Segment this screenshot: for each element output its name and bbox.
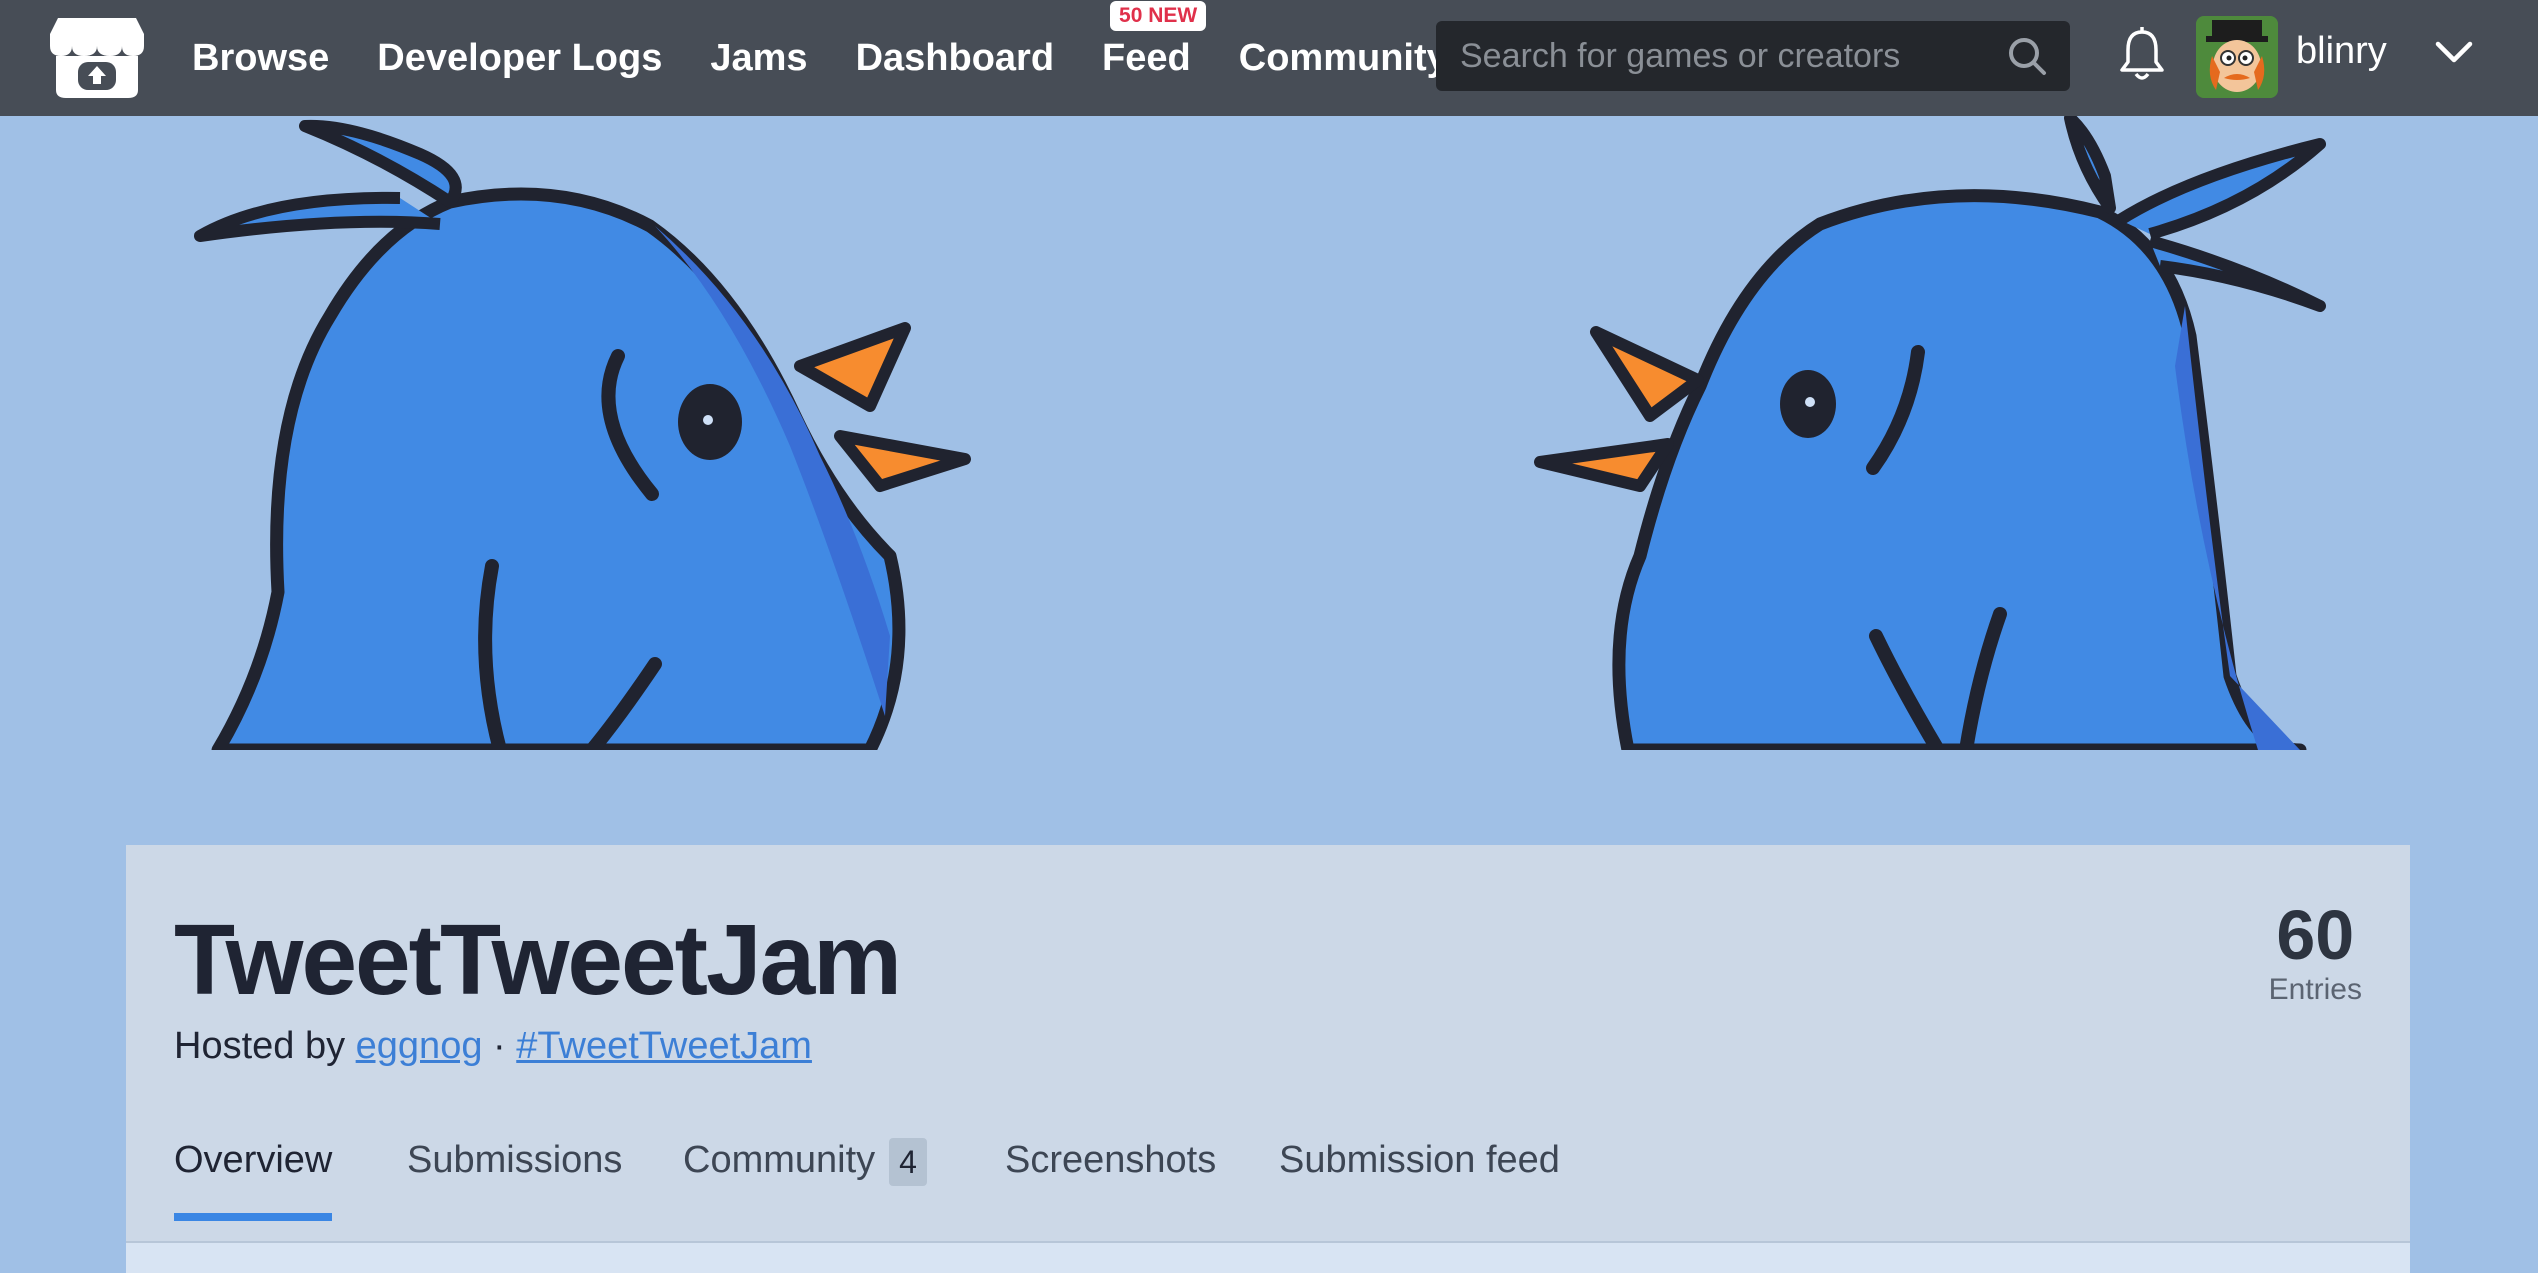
jam-header-panel: TweetTweetJam Hosted by eggnog · #TweetT… bbox=[126, 845, 2410, 1273]
feed-new-badge: 50 NEW bbox=[1110, 0, 1207, 31]
jam-tabs: Overview Submissions Community 4 Screensh… bbox=[126, 1125, 2410, 1243]
tab-community-label: Community bbox=[683, 1139, 876, 1181]
search-box bbox=[1436, 21, 2070, 91]
search-icon[interactable] bbox=[2006, 35, 2048, 77]
left-bird-illustration bbox=[194, 119, 971, 750]
nav-developer-logs[interactable]: Developer Logs bbox=[377, 37, 662, 80]
tab-overview[interactable]: Overview bbox=[174, 1125, 333, 1221]
overview-content bbox=[126, 1243, 2410, 1273]
top-nav-bar: Browse Developer Logs Jams Dashboard Fee… bbox=[0, 0, 2538, 116]
avatar[interactable] bbox=[2196, 16, 2278, 98]
host-link[interactable]: eggnog bbox=[356, 1025, 483, 1067]
hosted-by-label: Hosted by bbox=[174, 1025, 346, 1067]
tab-submission-feed[interactable]: Submission feed bbox=[1279, 1125, 1560, 1221]
itchio-logo-icon[interactable] bbox=[48, 12, 146, 100]
username[interactable]: blinry bbox=[2296, 30, 2387, 73]
nav-community[interactable]: Community bbox=[1239, 37, 1448, 80]
hosted-by-line: Hosted by eggnog · #TweetTweetJam bbox=[174, 1025, 812, 1068]
tab-screenshots[interactable]: Screenshots bbox=[1005, 1125, 1216, 1221]
right-bird-illustration bbox=[1534, 116, 2326, 750]
nav-feed-label: Feed bbox=[1102, 36, 1191, 79]
entries-label: Entries bbox=[2268, 973, 2362, 1006]
nav-dashboard[interactable]: Dashboard bbox=[856, 37, 1054, 80]
nav-feed[interactable]: Feed 50 NEW bbox=[1102, 0, 1207, 80]
entries-count: 60 bbox=[2276, 896, 2355, 974]
chevron-down-icon[interactable] bbox=[2432, 36, 2476, 68]
page-title: TweetTweetJam bbox=[174, 904, 902, 1016]
hosted-separator: · bbox=[493, 1025, 506, 1067]
tab-community[interactable]: Community 4 bbox=[683, 1125, 927, 1221]
search-input[interactable] bbox=[1436, 21, 1996, 91]
entries-stat: 60 Entries bbox=[2269, 897, 2362, 1007]
avatar-image bbox=[2196, 16, 2278, 98]
bell-icon[interactable] bbox=[2114, 24, 2170, 84]
nav-browse[interactable]: Browse bbox=[192, 37, 329, 80]
nav-jams[interactable]: Jams bbox=[710, 37, 807, 80]
community-count-badge: 4 bbox=[889, 1137, 927, 1186]
tab-submissions[interactable]: Submissions bbox=[407, 1125, 622, 1221]
jam-banner bbox=[194, 116, 2326, 750]
hashtag-link[interactable]: #TweetTweetJam bbox=[516, 1025, 812, 1067]
main-nav: Browse Developer Logs Jams Dashboard Fee… bbox=[192, 0, 1496, 116]
